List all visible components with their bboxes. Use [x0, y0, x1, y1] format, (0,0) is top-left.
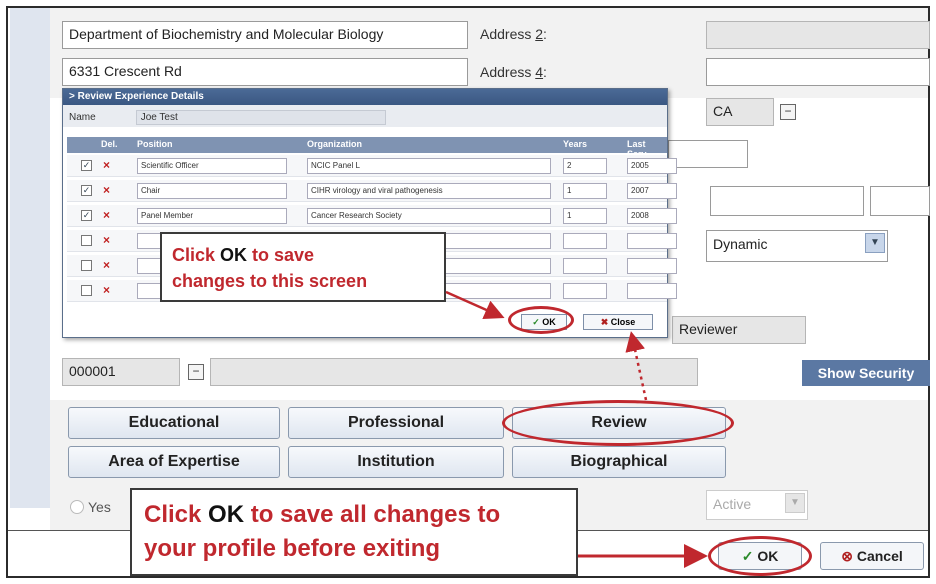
popup-callout-arrow	[445, 290, 505, 320]
screenshot-stage: Department of Biochemistry and Molecular…	[0, 0, 936, 584]
annotation-arrows	[445, 290, 708, 568]
review-to-close-arrow	[625, 331, 648, 401]
